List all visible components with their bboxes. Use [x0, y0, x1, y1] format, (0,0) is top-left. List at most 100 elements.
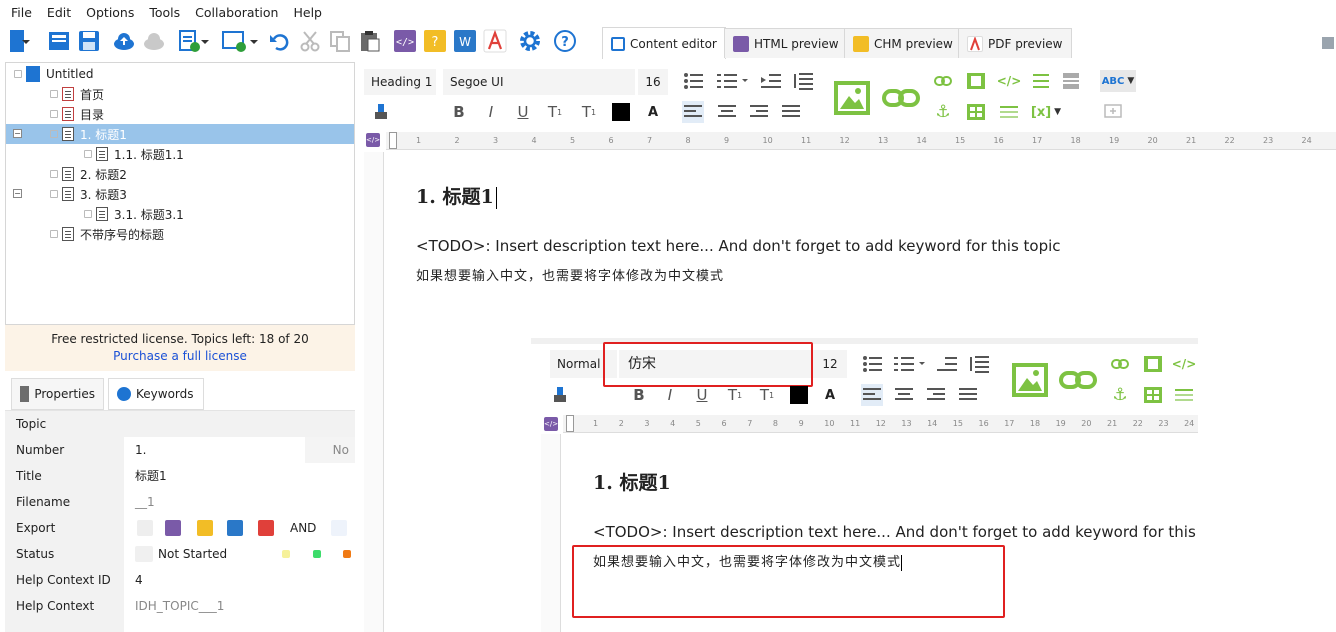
superscript-icon[interactable]: T1: [578, 101, 600, 123]
menu-options[interactable]: Options: [79, 5, 142, 20]
menu-file[interactable]: File: [4, 5, 40, 20]
insert-image-icon[interactable]: [833, 79, 871, 117]
bullet-list-icon[interactable]: [682, 70, 704, 92]
align-center-icon[interactable]: [716, 101, 738, 123]
open-icon[interactable]: [47, 29, 71, 53]
export-html-icon[interactable]: </>: [393, 29, 417, 53]
subscript-icon[interactable]: T1: [544, 101, 566, 123]
tree-item-heading1-1[interactable]: 1.1. 标题1.1: [84, 144, 184, 164]
collapse-icon[interactable]: −: [13, 129, 22, 138]
numbered-list-icon[interactable]: [716, 70, 750, 92]
purchase-link[interactable]: Purchase a full license: [113, 349, 247, 363]
help-context-id-value[interactable]: 4: [127, 567, 355, 593]
status-yellow-dot[interactable]: [282, 550, 290, 558]
menu-edit[interactable]: Edit: [40, 5, 79, 20]
html-source-icon[interactable]: </>: [366, 133, 380, 147]
text-color-icon[interactable]: [610, 101, 632, 123]
insert-link-icon[interactable]: [882, 84, 920, 112]
tree-item-unnumbered[interactable]: 不带序号的标题: [50, 224, 164, 244]
menu-collaboration[interactable]: Collaboration: [188, 5, 286, 20]
export-chm-icon[interactable]: ?: [423, 29, 447, 53]
ruler-indent-marker[interactable]: [566, 415, 574, 432]
export-condition[interactable]: AND: [290, 515, 316, 541]
new-project-icon[interactable]: [4, 29, 34, 53]
tree-root[interactable]: Untitled: [14, 64, 93, 84]
export-pdf-toggle-icon[interactable]: [258, 520, 274, 536]
export-word-toggle-icon[interactable]: [227, 520, 243, 536]
cut-icon[interactable]: [298, 29, 322, 53]
tab-chm-preview[interactable]: CHM preview: [844, 28, 962, 58]
add-topic-icon[interactable]: [177, 29, 213, 53]
export-word-icon[interactable]: W: [453, 29, 477, 53]
title-value[interactable]: 标题1: [127, 463, 355, 489]
tab-keywords[interactable]: Keywords: [108, 378, 204, 410]
tree-item-home[interactable]: 首页: [50, 84, 104, 104]
chinese-paragraph[interactable]: 如果想要输入中文，也需要将字体修改为中文模式: [416, 265, 1316, 284]
status-swatch[interactable]: [135, 546, 153, 562]
filename-value[interactable]: __1: [127, 489, 355, 515]
insert-page-break-icon[interactable]: [1060, 70, 1082, 92]
help-icon[interactable]: ?: [553, 29, 577, 53]
document-body[interactable]: 1. 标题1 <TODO>: Insert description text h…: [416, 182, 1316, 284]
add-comment-icon[interactable]: [1102, 101, 1124, 123]
insert-html-code-icon[interactable]: </>: [997, 70, 1022, 92]
copy-icon[interactable]: [328, 29, 352, 53]
paste-icon[interactable]: [358, 29, 382, 53]
cloud-download-icon[interactable]: [142, 29, 166, 53]
italic-icon[interactable]: I: [480, 101, 502, 123]
tree-item-heading3-1[interactable]: 3.1. 标题3.1: [84, 204, 184, 224]
menu-help[interactable]: Help: [286, 5, 330, 20]
insert-video-icon[interactable]: [965, 70, 987, 92]
export-html-toggle-icon[interactable]: [165, 520, 181, 536]
settings-gear-icon[interactable]: [518, 29, 542, 53]
increase-indent-icon[interactable]: [792, 70, 814, 92]
bold-icon[interactable]: B: [448, 101, 470, 123]
status-green-dot[interactable]: [313, 550, 321, 558]
paragraph-style-select[interactable]: Heading 1: [364, 69, 436, 95]
decrease-indent-icon[interactable]: [760, 70, 782, 92]
todo-paragraph[interactable]: <TODO>: Insert description text here... …: [416, 237, 1316, 255]
export-condition-icon[interactable]: [331, 520, 347, 536]
font-family-select[interactable]: Segoe UI: [443, 69, 635, 95]
number-no-toggle[interactable]: No: [305, 437, 355, 463]
spell-check-icon[interactable]: ABC ▼: [1100, 70, 1136, 92]
tab-pdf-preview[interactable]: PDF preview: [958, 28, 1072, 58]
account-icon[interactable]: [1316, 29, 1336, 53]
undo-icon[interactable]: [268, 29, 292, 53]
status-value[interactable]: Not Started: [158, 541, 227, 567]
insert-table-icon[interactable]: [965, 101, 987, 123]
insert-topic-link-icon[interactable]: [932, 70, 954, 92]
collapse-icon[interactable]: −: [13, 189, 22, 198]
topic-tree[interactable]: Untitled 首页 目录 −1. 标题1 1.1. 标题1.1 2. 标题2…: [5, 62, 355, 325]
tree-item-heading2[interactable]: 2. 标题2: [50, 164, 127, 184]
highlight-icon[interactable]: A: [642, 101, 664, 123]
tab-content-editor[interactable]: Content editor: [602, 27, 726, 59]
insert-field-icon[interactable]: [998, 101, 1020, 123]
tree-item-heading3[interactable]: −3. 标题3: [6, 184, 354, 204]
add-child-topic-icon[interactable]: [220, 29, 260, 53]
ruler-number: 10: [824, 419, 835, 428]
save-icon[interactable]: [77, 29, 101, 53]
export-chm-toggle-icon[interactable]: [197, 520, 213, 536]
export-all-icon[interactable]: [137, 520, 153, 536]
align-right-icon[interactable]: [748, 101, 770, 123]
insert-variable-icon[interactable]: [x] ▼: [1028, 101, 1064, 123]
ruler-indent-marker[interactable]: [389, 132, 397, 149]
justify-icon[interactable]: [780, 101, 802, 123]
export-pdf-icon[interactable]: [483, 29, 507, 53]
tab-html-preview[interactable]: HTML preview: [724, 28, 848, 58]
font-size-select[interactable]: 16: [638, 69, 668, 95]
align-left-icon[interactable]: [682, 101, 704, 123]
underline-icon[interactable]: U: [512, 101, 534, 123]
tree-item-toc[interactable]: 目录: [50, 104, 104, 124]
cloud-upload-icon[interactable]: [112, 29, 136, 53]
format-painter-icon[interactable]: [370, 101, 392, 123]
insert-horizontal-line-icon[interactable]: [1030, 70, 1052, 92]
status-orange-dot[interactable]: [343, 550, 351, 558]
help-context-alias-value[interactable]: IDH_TOPIC___1: [127, 593, 355, 619]
insert-anchor-icon[interactable]: ⚓: [932, 101, 954, 123]
tab-properties[interactable]: Properties: [11, 378, 104, 410]
topic-heading[interactable]: 1. 标题1: [416, 182, 1316, 209]
menu-tools[interactable]: Tools: [142, 5, 188, 20]
tree-item-heading1[interactable]: −1. 标题1: [6, 124, 354, 144]
